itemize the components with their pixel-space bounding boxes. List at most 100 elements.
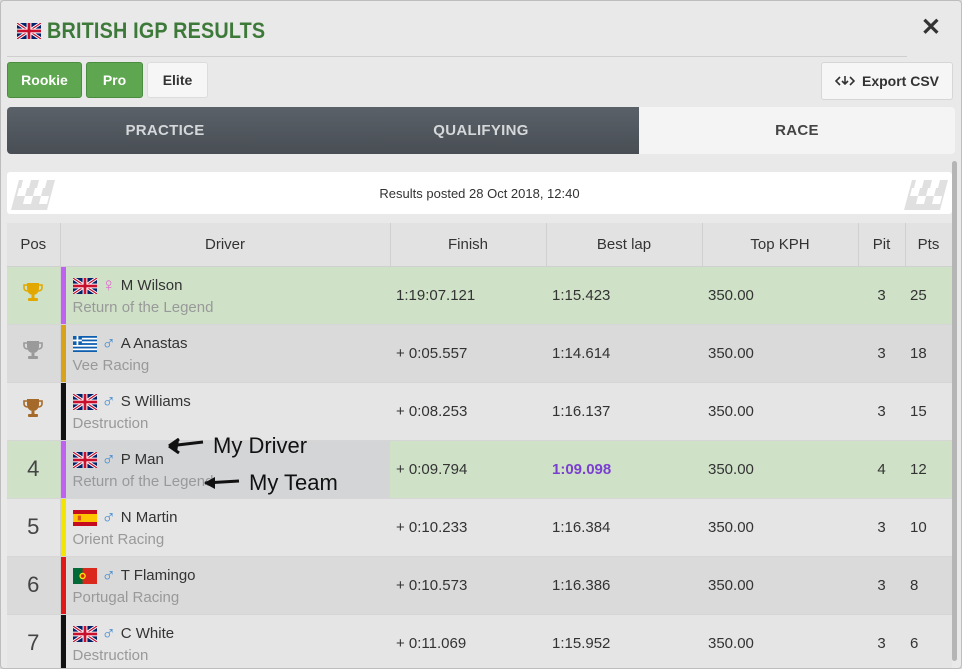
cell-pos: 7 (7, 614, 61, 668)
export-icon (834, 76, 855, 86)
cell-driver[interactable]: ♂ S Williams Destruction (60, 382, 391, 441)
male-icon: ♂ (101, 390, 116, 412)
scrollbar[interactable] (952, 161, 957, 661)
table-row[interactable]: 7 ♂ C White Destruction + 0:11.069 1:15.952 35… (7, 614, 952, 668)
cell-pit: 3 (858, 556, 905, 615)
male-icon: ♂ (101, 622, 116, 644)
male-icon: ♂ (101, 448, 116, 470)
cell-best-lap: 1:15.423 (546, 266, 702, 325)
col-finish-header[interactable]: Finish (390, 223, 547, 267)
cell-top-kph: 350.00 (702, 556, 858, 615)
cell-finish: + 0:09.794 (390, 440, 546, 499)
cell-finish: + 0:10.233 (390, 498, 546, 557)
cell-pos: 6 (7, 556, 61, 615)
bronze-trophy-icon (23, 399, 44, 417)
export-csv-label: Export CSV (861, 73, 939, 89)
table-row[interactable]: ♂ S Williams Destruction + 0:08.253 1:16.137… (7, 382, 952, 441)
col-driver-header[interactable]: Driver (60, 223, 391, 267)
col-pts-header[interactable]: Pts (905, 223, 953, 267)
col-pit-header[interactable]: Pit (858, 223, 906, 267)
col-top-kph-header[interactable]: Top KPH (702, 223, 859, 267)
table-row[interactable]: 4 ♂ P Man Return of the Legend + 0:09.794 1:0… (7, 440, 952, 499)
table-row[interactable]: ♀ M Wilson Return of the Legend 1:19:07.121… (7, 266, 952, 325)
col-pos-header[interactable]: Pos (7, 223, 61, 267)
export-csv-button[interactable]: Export CSV (821, 62, 953, 100)
team-color-bar (60, 324, 66, 382)
team-name[interactable]: Destruction (73, 647, 391, 664)
team-color-bar (60, 266, 66, 324)
level-pro-button[interactable]: Pro (86, 62, 143, 98)
col-best-lap-header[interactable]: Best lap (546, 223, 703, 267)
driver-name[interactable]: T Flamingo (121, 567, 196, 584)
team-name[interactable]: Vee Racing (73, 357, 391, 374)
cell-top-kph: 350.00 (702, 498, 858, 557)
cell-top-kph: 350.00 (702, 382, 858, 441)
table-row[interactable]: 5 ♂ N Martin Orient Racing + 0:10.233 1:16.38… (7, 498, 952, 557)
team-name[interactable]: Portugal Racing (73, 589, 391, 606)
cell-pit: 3 (858, 614, 905, 668)
cell-driver[interactable]: ♂ N Martin Orient Racing (60, 498, 391, 557)
cell-finish: + 0:05.557 (390, 324, 546, 383)
uk-flag-icon (72, 393, 97, 410)
silver-trophy-icon (23, 341, 44, 359)
results-banner: Results posted 28 Oct 2018, 12:40 (7, 172, 952, 214)
cell-pts: 8 (905, 556, 952, 615)
cell-pos (7, 266, 61, 325)
gold-trophy-icon (23, 283, 44, 301)
checkered-flag-icon (11, 180, 55, 210)
cell-driver[interactable]: ♂ A Anastas Vee Racing (60, 324, 391, 383)
cell-best-lap: 1:16.137 (546, 382, 702, 441)
driver-name[interactable]: S Williams (121, 393, 191, 410)
cell-finish: 1:19:07.121 (390, 266, 546, 325)
cell-pit: 3 (858, 498, 905, 557)
cell-driver[interactable]: ♂ T Flamingo Portugal Racing (60, 556, 391, 615)
uk-flag-icon (72, 625, 97, 642)
position-number: 6 (27, 572, 40, 597)
uk-flag-icon (17, 23, 41, 39)
team-name[interactable]: Return of the Legend (73, 299, 391, 316)
cell-pit: 3 (858, 324, 905, 383)
driver-name[interactable]: C White (121, 625, 174, 642)
team-name[interactable]: Destruction (73, 415, 391, 432)
annotation-my-driver: My Driver (167, 433, 307, 459)
team-name[interactable]: Orient Racing (73, 531, 391, 548)
team-color-bar (60, 556, 66, 614)
cell-driver[interactable]: ♂ C White Destruction (60, 614, 391, 668)
position-number: 5 (27, 514, 40, 539)
tab-practice[interactable]: PRACTICE (7, 107, 323, 154)
cell-pts: 6 (905, 614, 952, 668)
cell-finish: + 0:08.253 (390, 382, 546, 441)
cell-best-lap: 1:16.384 (546, 498, 702, 557)
greece-flag-icon (72, 335, 97, 352)
results-window: BRITISH IGP RESULTS ✕ Rookie Pro Elite E… (0, 0, 962, 669)
cell-top-kph: 350.00 (702, 324, 858, 383)
male-icon: ♂ (101, 506, 116, 528)
cell-pos (7, 382, 61, 441)
level-rookie-button[interactable]: Rookie (7, 62, 82, 98)
cell-pit: 4 (858, 440, 905, 499)
close-icon[interactable]: ✕ (921, 15, 941, 41)
tab-race[interactable]: RACE (639, 107, 955, 154)
driver-name[interactable]: P Man (121, 451, 164, 468)
cell-driver[interactable]: ♀ M Wilson Return of the Legend (60, 266, 391, 325)
uk-flag-icon (72, 277, 97, 294)
annotation-my-driver-text: My Driver (213, 433, 308, 458)
uk-flag-icon (72, 451, 97, 468)
tab-qualifying[interactable]: QUALIFYING (323, 107, 639, 154)
cell-best-lap: 1:15.952 (546, 614, 702, 668)
cell-pts: 25 (905, 266, 952, 325)
cell-top-kph: 350.00 (702, 440, 858, 499)
driver-name[interactable]: A Anastas (121, 335, 188, 352)
cell-pts: 15 (905, 382, 952, 441)
level-elite-button[interactable]: Elite (147, 62, 208, 98)
driver-name[interactable]: M Wilson (121, 277, 183, 294)
cell-pts: 18 (905, 324, 952, 383)
team-color-bar (60, 498, 66, 556)
male-icon: ♂ (101, 564, 116, 586)
table-row[interactable]: 6 ♂ T Flamingo Portugal Racing + 0:10.573 1:1… (7, 556, 952, 615)
team-color-bar (60, 614, 66, 668)
cell-finish: + 0:11.069 (390, 614, 546, 668)
annotation-my-team: My Team (203, 470, 338, 496)
driver-name[interactable]: N Martin (121, 509, 178, 526)
table-row[interactable]: ♂ A Anastas Vee Racing + 0:05.557 1:14.614 35… (7, 324, 952, 383)
